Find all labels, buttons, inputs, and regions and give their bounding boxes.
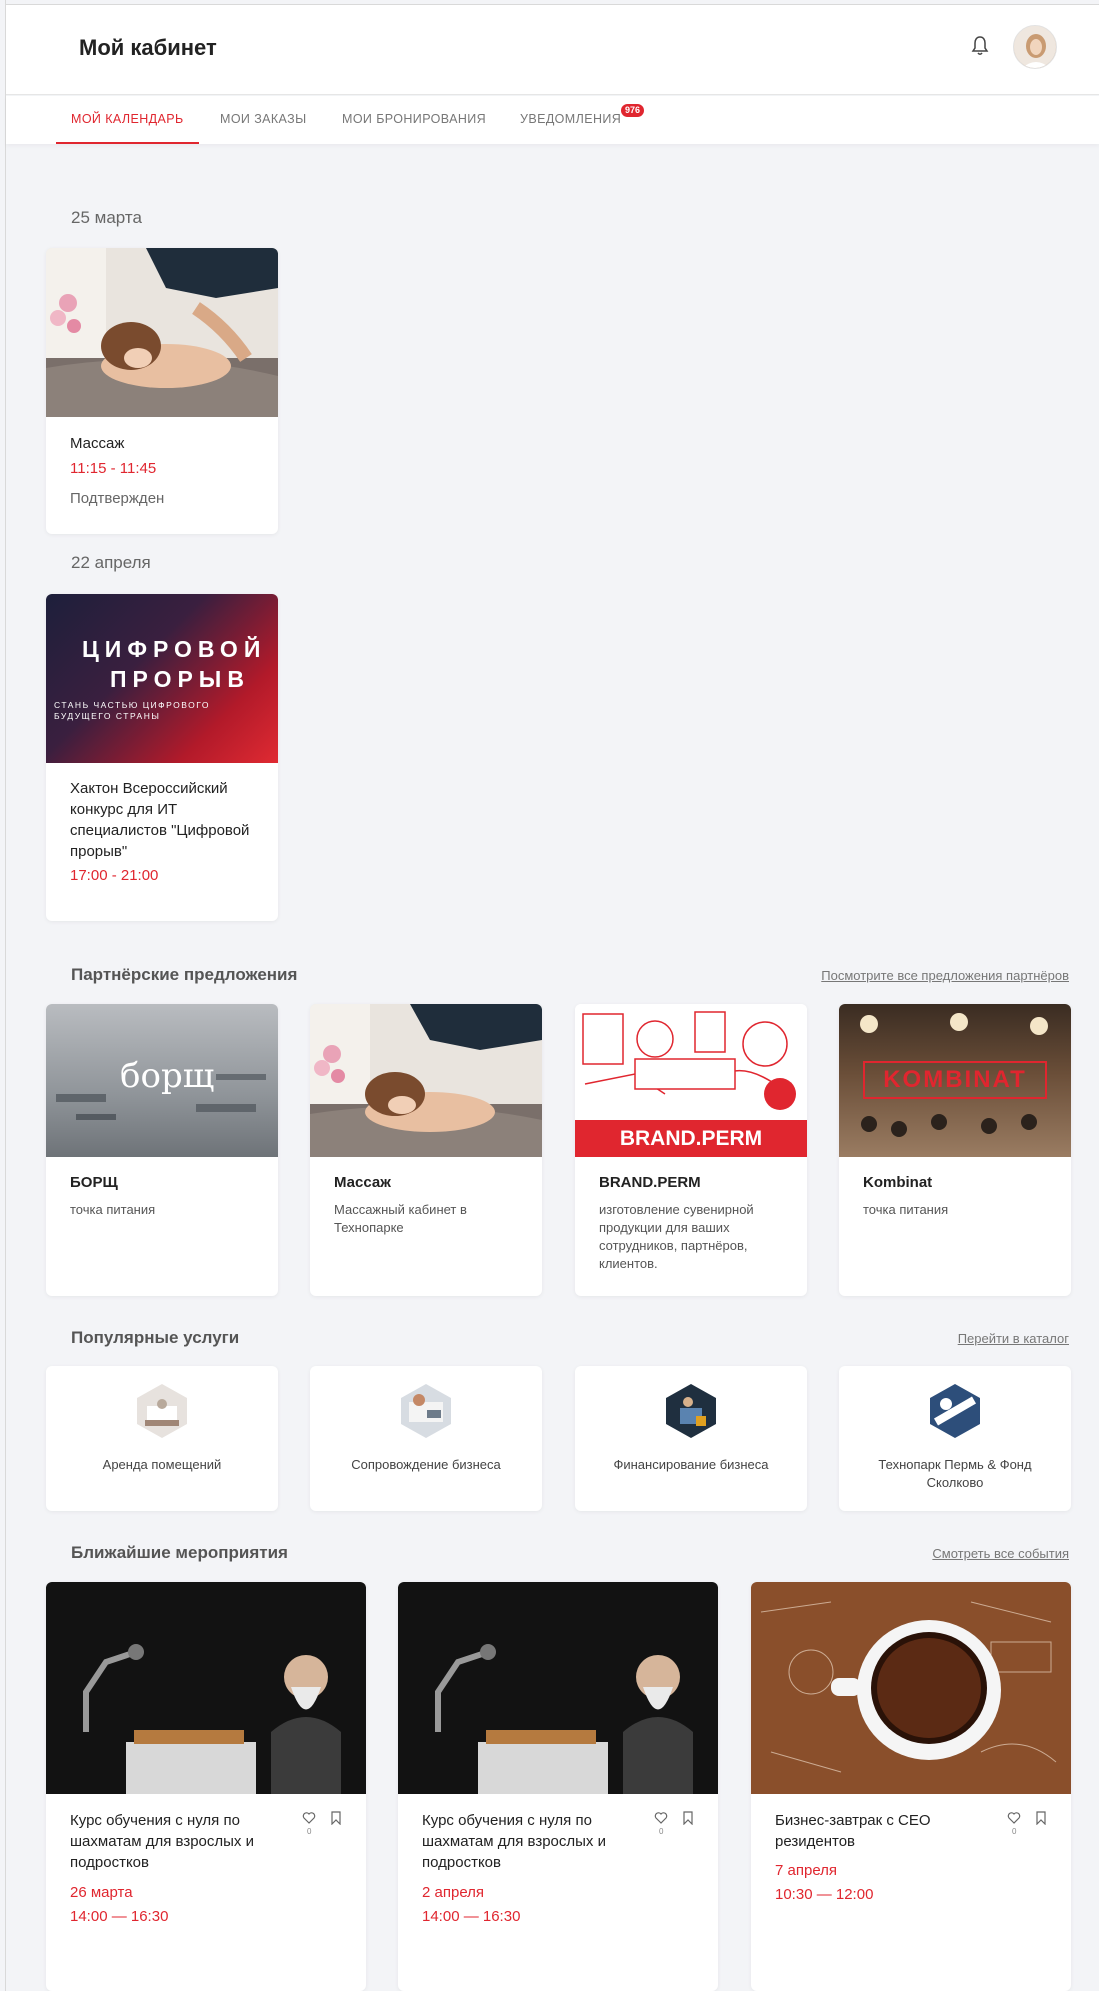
bookmark-icon[interactable] [330, 1811, 342, 1825]
tab-label: Уведомления [520, 112, 622, 126]
chess-robot-image [398, 1582, 718, 1794]
event-date: 7 апреля [775, 1862, 838, 1879]
partner-card[interactable]: борщ БОРЩ точка питания [46, 1004, 278, 1296]
event-title: Курс обучения с нуля по шахматам для взр… [70, 1812, 254, 1871]
event-status: Подтвержден [70, 490, 165, 507]
borsch-image: борщ [46, 1004, 278, 1157]
tab-label: Мой календарь [71, 112, 184, 126]
service-label: Аренда помещений [102, 1457, 222, 1472]
tab-calendar[interactable]: Мой календарь [56, 96, 199, 144]
bookmark-icon[interactable] [682, 1811, 694, 1825]
partners-all-link[interactable]: Посмотрите все предложения партнёров [821, 968, 1069, 983]
service-label: Сопровождение бизнеса [351, 1457, 501, 1472]
event-time: 14:00 — 16:30 [422, 1908, 521, 1925]
partner-card[interactable]: KOMBINAT Kombinat точка питания [839, 1004, 1071, 1296]
event-date: 2 апреля [422, 1884, 485, 1901]
events-section-title: Ближайшие мероприятия [71, 1543, 288, 1562]
partner-title: BRAND.PERM [599, 1174, 701, 1191]
kombinat-image: KOMBINAT [839, 1004, 1071, 1157]
calendar-date: 25 марта [71, 208, 142, 227]
event-card[interactable]: Курс обучения с нуля по шахматам для взр… [398, 1582, 718, 1991]
active-tab-indicator [56, 142, 199, 144]
event-actions: 0 [654, 1811, 704, 1839]
partner-title: Kombinat [863, 1174, 933, 1191]
image-text: ЦИФРОВОЙ [82, 636, 267, 662]
tab-label: Мои бронирования [342, 112, 487, 126]
avatar[interactable] [1013, 25, 1057, 69]
massage-image [46, 248, 278, 417]
service-label: Технопарк Пермь & Фонд Сколково [878, 1457, 1032, 1490]
event-actions: 0 [302, 1811, 352, 1839]
service-card[interactable]: Аренда помещений [46, 1366, 278, 1511]
event-title: Курс обучения с нуля по шахматам для взр… [422, 1812, 606, 1871]
coffee-image [751, 1582, 1071, 1794]
likes-count: 0 [659, 1827, 664, 1836]
partner-desc: Массажный кабинет в Технопарке [334, 1202, 467, 1235]
event-title: Бизнес-завтрак с CEO резидентов [775, 1812, 931, 1850]
heart-icon[interactable] [302, 1811, 316, 1825]
tab-bookings[interactable]: Мои бронирования [342, 96, 486, 144]
brandperm-banner: BRAND.PERM [575, 1120, 807, 1157]
tab-orders[interactable]: Мои заказы [220, 96, 307, 144]
partner-desc: точка питания [863, 1202, 949, 1217]
bookmark-icon[interactable] [1035, 1811, 1047, 1825]
kombinat-sign: KOMBINAT [863, 1061, 1047, 1099]
partner-desc: точка питания [70, 1202, 156, 1217]
image-text: ПРОРЫВ [110, 666, 250, 692]
event-card[interactable]: Бизнес-завтрак с CEO резидентов 0 7 апре… [751, 1582, 1071, 1991]
heart-icon[interactable] [1007, 1811, 1021, 1825]
partner-desc: изготовление сувенирной продукции для ва… [599, 1202, 754, 1271]
tab-label: Мои заказы [220, 112, 307, 126]
services-catalog-link[interactable]: Перейти в каталог [958, 1331, 1069, 1346]
service-card[interactable]: Финансирование бизнеса [575, 1366, 807, 1511]
event-time: 17:00 - 21:00 [70, 867, 159, 884]
events-all-link[interactable]: Смотреть все события [932, 1546, 1069, 1561]
event-date: 26 марта [70, 1884, 133, 1901]
digital-breakthrough-image: ЦИФРОВОЙ ПРОРЫВ СТАНЬ ЧАСТЬЮ ЦИФРОВОГО Б… [46, 594, 278, 763]
service-card[interactable]: Технопарк Пермь & Фонд Сколково [839, 1366, 1071, 1511]
services-section-title: Популярные услуги [71, 1328, 240, 1347]
partners-section-title: Партнёрские предложения [71, 965, 298, 984]
partner-title: БОРЩ [70, 1174, 118, 1191]
heart-icon[interactable] [654, 1811, 668, 1825]
skolkovo-icon [930, 1384, 980, 1438]
likes-count: 0 [307, 1827, 312, 1836]
event-actions: 0 [1007, 1811, 1057, 1839]
window-left-border [0, 0, 6, 1991]
brandperm-image: BRAND.PERM [575, 1004, 807, 1157]
event-title: Хактон Всероссийский конкурс для ИТ спец… [70, 780, 250, 860]
office-rent-icon [137, 1384, 187, 1438]
service-label: Финансирование бизнеса [613, 1457, 769, 1472]
calendar-event-card[interactable]: Массаж 11:15 - 11:45 Подтвержден [46, 248, 278, 534]
event-time: 11:15 - 11:45 [70, 460, 157, 477]
calendar-date: 22 апреля [71, 553, 151, 572]
page-title: Мой кабинет [79, 35, 217, 60]
likes-count: 0 [1012, 1827, 1017, 1836]
chess-robot-image [46, 1582, 366, 1794]
business-support-icon [401, 1384, 451, 1438]
service-card[interactable]: Сопровождение бизнеса [310, 1366, 542, 1511]
brandperm-banner-text: BRAND.PERM [619, 1127, 763, 1150]
header: Мой кабинет [6, 5, 1099, 95]
image-text: БУДУЩЕГО СТРАНЫ [54, 711, 161, 721]
borsch-logo-text: борщ [120, 1056, 215, 1096]
event-time: 10:30 — 12:00 [775, 1886, 874, 1903]
massage-image [310, 1004, 542, 1157]
image-text: СТАНЬ ЧАСТЬЮ ЦИФРОВОГО [54, 700, 210, 710]
event-title: Массаж [70, 435, 125, 452]
notifications-badge: 976 [620, 103, 646, 118]
event-time: 14:00 — 16:30 [70, 1908, 169, 1925]
tab-notifications[interactable]: Уведомления [520, 96, 621, 144]
business-financing-icon [666, 1384, 716, 1438]
partner-title: Массаж [334, 1174, 391, 1191]
tab-bar: Мой календарь Мои заказы Мои бронировани… [6, 96, 1099, 144]
calendar-event-card[interactable]: ЦИФРОВОЙ ПРОРЫВ СТАНЬ ЧАСТЬЮ ЦИФРОВОГО Б… [46, 594, 278, 921]
partner-card[interactable]: Массаж Массажный кабинет в Технопарке [310, 1004, 542, 1296]
event-card[interactable]: Курс обучения с нуля по шахматам для взр… [46, 1582, 366, 1991]
partner-card[interactable]: BRAND.PERM BRAND.PERM изготовление сувен… [575, 1004, 807, 1296]
bell-icon[interactable] [971, 35, 989, 57]
